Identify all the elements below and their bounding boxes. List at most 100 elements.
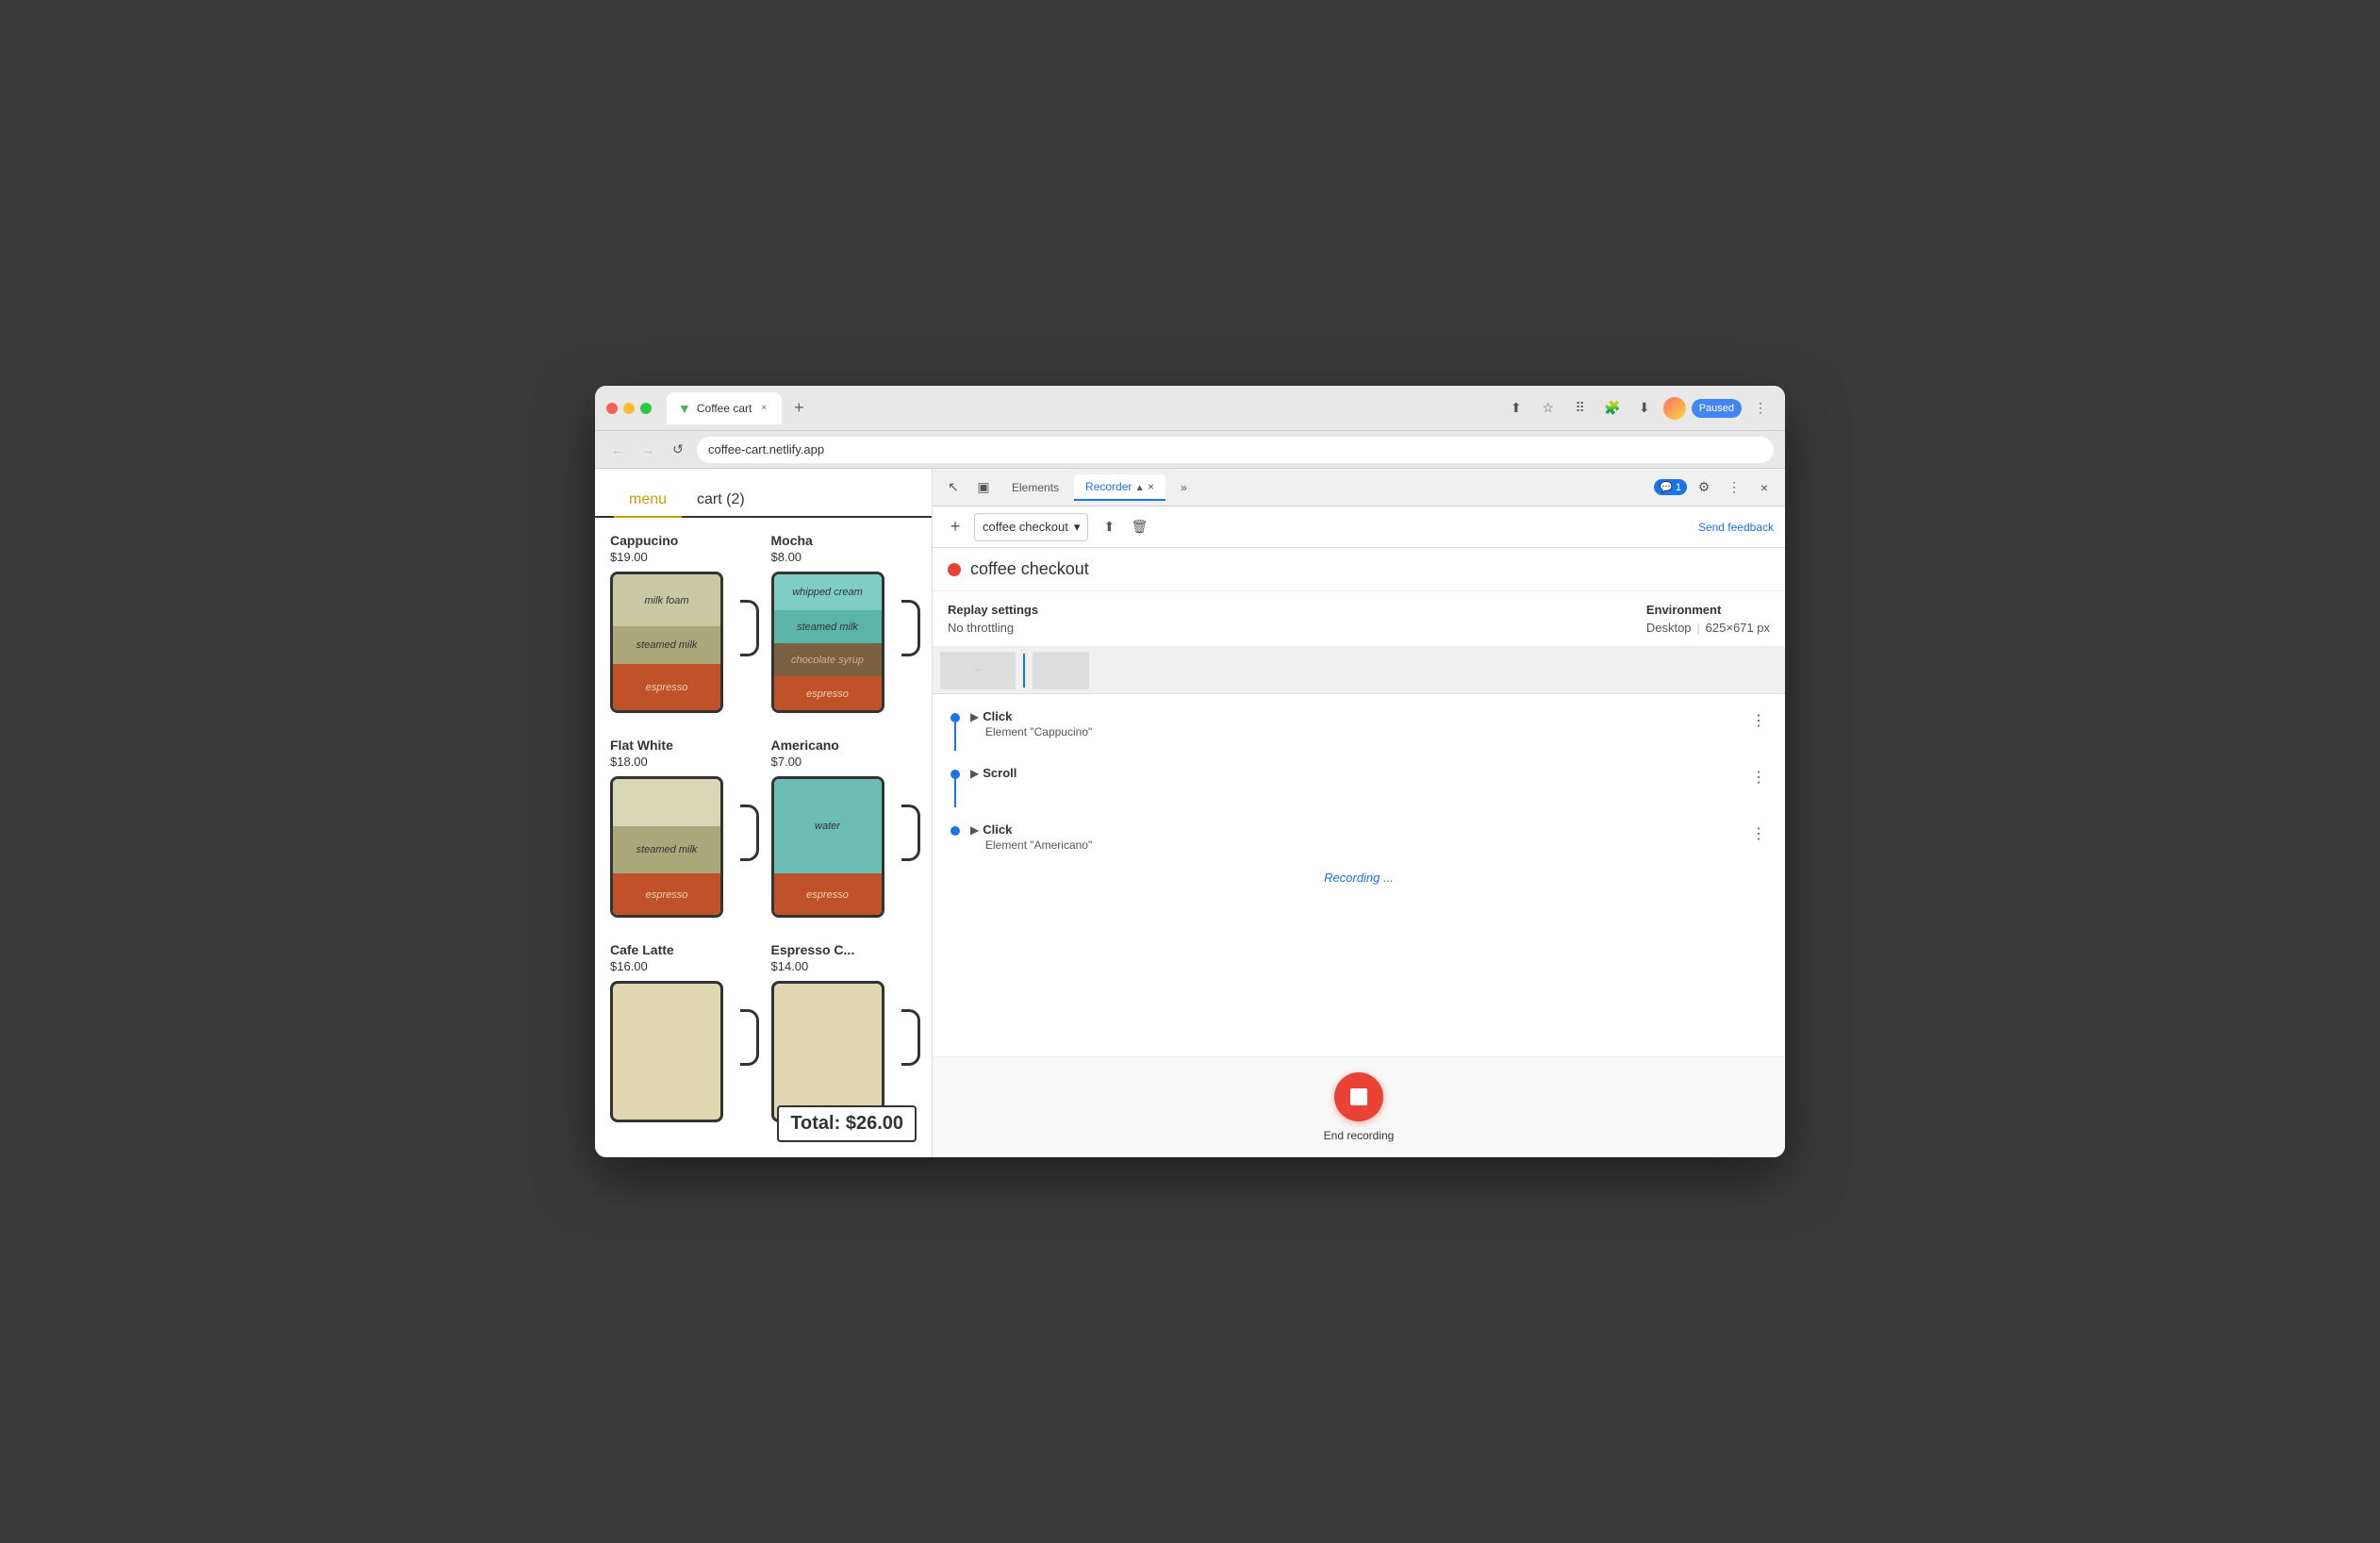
settings-icon[interactable]: ⚙ — [1691, 474, 1717, 501]
devtools-icons: 💬 1 ⚙ ⋮ × — [1654, 474, 1777, 501]
minimize-button[interactable] — [623, 403, 635, 414]
bookmark-icon[interactable]: ☆ — [1535, 395, 1562, 422]
cappucino-mug-body: milk foam steamed milk espresso — [610, 572, 723, 713]
coffee-item-espresso-c[interactable]: Espresso C... $14.00 — [771, 942, 917, 1132]
coffee-item-cafe-latte[interactable]: Cafe Latte $16.00 — [610, 942, 756, 1132]
step-line-2 — [954, 779, 956, 807]
cappucino-layer-espresso: espresso — [613, 664, 720, 711]
minimap-thumb-1: ··· — [940, 652, 1016, 689]
recording-dot — [948, 563, 961, 576]
back-button[interactable]: ← — [606, 439, 629, 461]
flat-white-layer-espresso: espresso — [613, 873, 720, 917]
coffee-item-americano[interactable]: Americano $7.00 water espresso — [771, 738, 917, 927]
americano-mug: water espresso — [771, 776, 903, 927]
coffee-item-flat-white[interactable]: Flat White $18.00 steamed milk espresso — [610, 738, 756, 927]
steps-list: ▶ Click Element "Cappucino" ⋮ — [933, 694, 1785, 1056]
recorder-title-bar: coffee checkout — [933, 548, 1785, 591]
replay-settings-label: Replay settings — [948, 603, 1038, 617]
cappucino-layer-steamed-milk: steamed milk — [613, 626, 720, 664]
devtools-more-icon[interactable]: ⋮ — [1721, 474, 1747, 501]
traffic-lights — [606, 403, 652, 414]
chat-count: 1 — [1676, 482, 1681, 493]
extensions-icon[interactable]: 🧩 — [1599, 395, 1626, 422]
tab-elements[interactable]: Elements — [1000, 475, 1070, 500]
step-scroll[interactable]: ▶ Scroll ⋮ — [933, 758, 1785, 815]
cappucino-layer-milk-foam: milk foam — [613, 574, 720, 626]
step-arrow-2[interactable]: ▶ — [970, 767, 979, 780]
americano-name: Americano — [771, 738, 917, 753]
avatar[interactable] — [1663, 397, 1686, 420]
flat-white-mug-handle — [740, 805, 759, 861]
step-content-2: ▶ Scroll — [970, 766, 1740, 780]
devtools-tabs: ↖ ▣ Elements Recorder ▲ × » 💬 1 ⚙ ⋮ × — [933, 469, 1785, 506]
americano-mug-handle — [901, 805, 920, 861]
espresso-c-name: Espresso C... — [771, 942, 917, 957]
step-content-3: ▶ Click Element "Americano" — [970, 822, 1740, 852]
step-detail-click-3: Element "Americano" — [970, 838, 1740, 852]
delete-button[interactable]: 🗑 — [1126, 514, 1152, 540]
step-expand-2: ▶ Scroll — [970, 766, 1740, 780]
step-menu-3[interactable]: ⋮ — [1747, 822, 1770, 845]
stop-icon — [1350, 1088, 1367, 1105]
new-tab-button[interactable]: + — [785, 395, 812, 422]
end-recording-button[interactable] — [1334, 1072, 1383, 1121]
step-dot-area-2 — [948, 770, 963, 807]
maximize-button[interactable] — [640, 403, 652, 414]
paused-badge[interactable]: Paused — [1692, 399, 1742, 418]
coffee-item-mocha[interactable]: Mocha $8.00 whipped cream steamed milk c… — [771, 533, 917, 722]
reload-button[interactable]: ↺ — [667, 439, 689, 461]
tab-more[interactable]: » — [1169, 475, 1198, 500]
active-tab[interactable]: ▼ Coffee cart × — [667, 392, 782, 424]
main-content: menu cart (2) Cappucino $19.00 milk foam… — [595, 469, 1785, 1157]
nav-menu[interactable]: menu — [614, 484, 682, 516]
recorder-dropdown[interactable]: coffee checkout ▾ — [974, 513, 1088, 541]
browser-window: ▼ Coffee cart × + ⬆ ☆ ⠿ 🧩 ⬇ Paused ⋮ ← →… — [595, 386, 1785, 1157]
flat-white-layer-top — [613, 779, 720, 826]
devtools-close-icon[interactable]: × — [1751, 474, 1777, 501]
forward-button[interactable]: → — [636, 439, 659, 461]
flat-white-layer-steamed-milk: steamed milk — [613, 826, 720, 873]
recorder-add-button[interactable]: + — [944, 516, 967, 539]
tab-bar: ▼ Coffee cart × + — [667, 392, 1496, 424]
close-button[interactable] — [606, 403, 618, 414]
step-menu-2[interactable]: ⋮ — [1747, 766, 1770, 788]
send-feedback-link[interactable]: Send feedback — [1698, 521, 1774, 534]
espresso-c-mug-body — [771, 981, 884, 1122]
nav-cart[interactable]: cart (2) — [682, 484, 760, 516]
recorder-tab-close[interactable]: × — [1148, 480, 1154, 493]
step-dot-1 — [950, 713, 960, 722]
share-icon[interactable]: ⬆ — [1503, 395, 1529, 422]
step-click-cappucino[interactable]: ▶ Click Element "Cappucino" ⋮ — [933, 702, 1785, 758]
tab-recorder[interactable]: Recorder ▲ × — [1074, 474, 1165, 501]
step-menu-1[interactable]: ⋮ — [1747, 709, 1770, 732]
step-line-1 — [954, 722, 956, 751]
inspect-icon[interactable]: ↖ — [940, 474, 967, 501]
recorder-toolbar: + coffee checkout ▾ ⬆ 🗑 Send feedback — [933, 506, 1785, 548]
minimap: ··· — [933, 647, 1785, 694]
mocha-mug-handle — [901, 600, 920, 656]
coffee-item-cappucino[interactable]: Cappucino $19.00 milk foam steamed milk … — [610, 533, 756, 722]
cappucino-mug-handle — [740, 600, 759, 656]
americano-price: $7.00 — [771, 755, 917, 769]
step-type-scroll: Scroll — [983, 766, 1016, 780]
step-expand-3: ▶ Click — [970, 822, 1740, 837]
step-click-americano[interactable]: ▶ Click Element "Americano" ⋮ — [933, 815, 1785, 859]
mocha-layer-espresso: espresso — [774, 676, 882, 712]
browser-controls: ⬆ ☆ ⠿ 🧩 ⬇ Paused ⋮ — [1503, 395, 1774, 422]
device-icon[interactable]: ▣ — [970, 474, 997, 501]
recorder-active-icon: ▲ — [1135, 483, 1145, 493]
tab-close-button[interactable]: × — [757, 402, 770, 415]
history-icon[interactable]: ⠿ — [1567, 395, 1594, 422]
environment-value: Desktop — [1646, 621, 1692, 635]
step-arrow-1[interactable]: ▶ — [970, 710, 979, 723]
save-icon[interactable]: ⬇ — [1631, 395, 1658, 422]
step-arrow-3[interactable]: ▶ — [970, 823, 979, 837]
export-button[interactable]: ⬆ — [1096, 514, 1122, 540]
replay-throttling-value: No throttling — [948, 621, 1038, 635]
tab-favicon: ▼ — [678, 401, 691, 416]
address-input[interactable] — [697, 437, 1774, 463]
menu-icon[interactable]: ⋮ — [1747, 395, 1774, 422]
minimap-line — [1023, 654, 1025, 688]
chat-badge[interactable]: 💬 1 — [1654, 479, 1687, 495]
environment-label: Environment — [1646, 603, 1770, 617]
